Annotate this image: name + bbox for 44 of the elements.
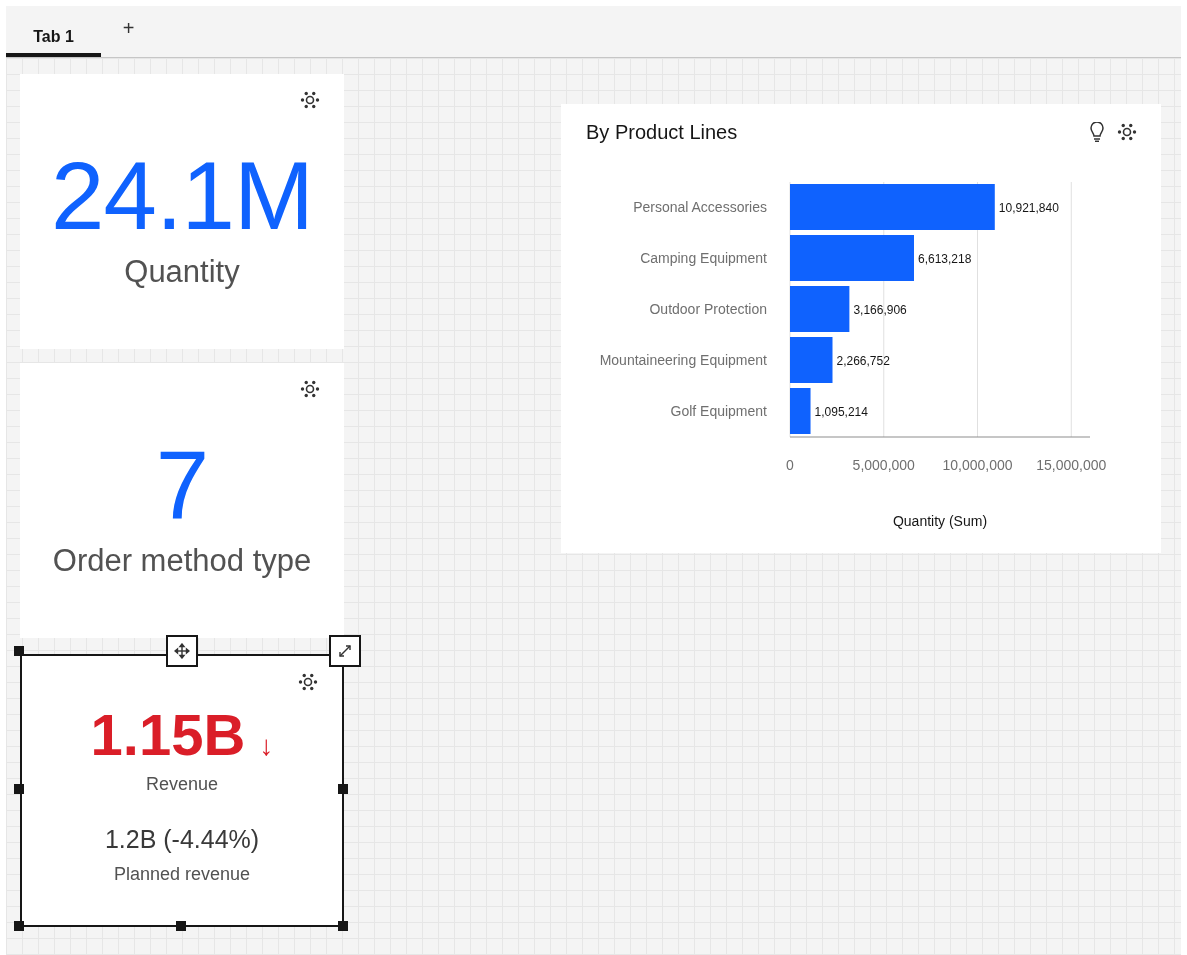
category-label: Camping Equipment — [640, 250, 767, 266]
move-icon — [174, 643, 190, 659]
target-label: Planned revenue — [113, 864, 251, 885]
target-value: 1.2B (-4.44%) — [104, 825, 260, 854]
add-tab-button[interactable]: + — [101, 11, 156, 52]
kpi-value: 24.1M — [51, 147, 313, 244]
kpi-value: 7 — [155, 436, 209, 533]
resize-handle[interactable] — [338, 921, 348, 931]
value-label: 10,921,840 — [998, 201, 1059, 215]
category-label: Outdoor Protection — [649, 301, 767, 317]
category-label: Personal Accessories — [633, 199, 767, 215]
tick-label: 0 — [786, 457, 794, 473]
tick-label: 15,000,000 — [1036, 457, 1107, 473]
value-label: 2,266,752 — [836, 354, 890, 368]
kpi-card[interactable]: 24.1M Quantity — [20, 74, 344, 349]
value-label: 1,095,214 — [814, 405, 868, 419]
kpi-label: Revenue — [145, 774, 219, 795]
lightbulb-icon[interactable] — [1089, 122, 1105, 142]
kpi-card[interactable]: 7 Order method type — [20, 363, 344, 638]
axis-title: Quantity (Sum) — [892, 513, 988, 529]
kpi-card[interactable]: 1.15B ↓ Revenue 1.2B (-4.44%) Planned revenue — [20, 654, 344, 927]
trend-arrow: ↓ — [259, 730, 274, 762]
expand-button[interactable] — [329, 635, 361, 667]
category-label: Golf Equipment — [670, 403, 767, 419]
kpi-value: 1.15B — [90, 706, 246, 764]
move-handle[interactable] — [166, 635, 198, 667]
kpi-label: Quantity — [124, 253, 240, 290]
kpi-label: Order method type — [52, 542, 312, 579]
settings-icon[interactable] — [298, 672, 318, 692]
settings-icon[interactable] — [300, 90, 320, 110]
resize-handle[interactable] — [14, 646, 24, 656]
expand-icon — [337, 643, 353, 659]
chart-title: By Product Lines — [586, 120, 738, 144]
category-label: Mountaineering Equipment — [599, 352, 767, 368]
tick-label: 10,000,000 — [942, 457, 1013, 473]
settings-icon[interactable] — [300, 379, 320, 399]
resize-handle[interactable] — [14, 783, 24, 794]
resize-handle[interactable] — [338, 783, 348, 794]
resize-handle[interactable] — [176, 921, 186, 931]
value-label: 6,613,218 — [918, 252, 972, 266]
resize-handle[interactable] — [14, 921, 24, 931]
value-label: 3,166,906 — [853, 303, 907, 317]
tick-label: 5,000,000 — [852, 457, 915, 473]
settings-icon[interactable] — [1117, 122, 1137, 142]
